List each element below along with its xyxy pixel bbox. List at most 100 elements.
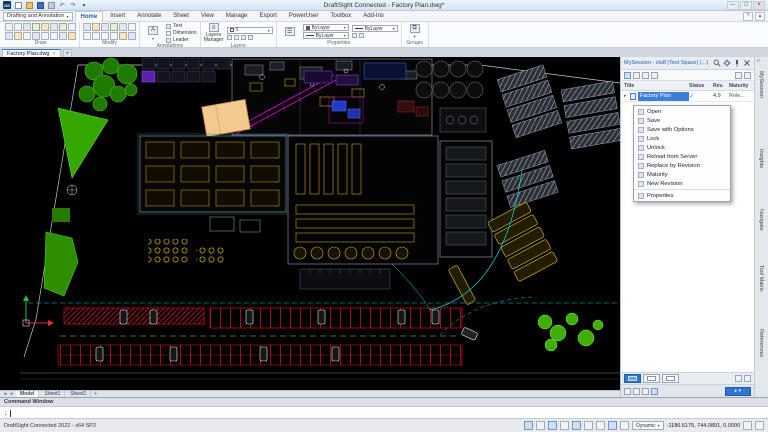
ribbon-tab-home[interactable]: Home <box>75 11 104 22</box>
refresh-icon[interactable] <box>642 72 649 79</box>
quick-access-dropdown-icon[interactable]: ▾ <box>80 1 88 9</box>
menu-item-reload-from-server[interactable]: Reload from Server <box>634 152 730 161</box>
home-icon[interactable] <box>624 72 631 79</box>
redo-icon[interactable]: ↷ <box>69 1 77 9</box>
column-rev[interactable]: Rev. <box>713 83 729 89</box>
help-icon[interactable]: ? <box>743 12 753 21</box>
polar-toggle-icon[interactable] <box>560 421 569 430</box>
menu-item-new-revision[interactable]: New Revision <box>634 179 730 188</box>
close-panel-icon[interactable] <box>743 59 751 67</box>
match-properties-icon[interactable] <box>352 33 357 38</box>
ellipse-tool-icon[interactable] <box>32 23 40 31</box>
hatch-tool-icon[interactable] <box>41 23 49 31</box>
pin-panel-icon[interactable] <box>735 375 742 382</box>
folder-icon[interactable] <box>642 388 649 395</box>
search-icon[interactable] <box>713 59 721 67</box>
rectangle-tool-icon[interactable] <box>23 23 31 31</box>
move-tool-icon[interactable] <box>83 23 91 31</box>
palette-tab-toolmatrix[interactable]: Tool Matrix <box>758 265 764 292</box>
minimize-button[interactable]: ─ <box>727 1 739 10</box>
document-tab-factory-plan[interactable]: Factory Plan.dwg × <box>2 49 61 57</box>
tag-icon[interactable] <box>633 388 640 395</box>
ribbon-tab-sheet[interactable]: Sheet <box>168 11 194 22</box>
note-button[interactable]: A ▾ <box>143 26 163 41</box>
line-style-combo[interactable]: ByLayer ▾ <box>303 32 349 39</box>
lock-ui-icon[interactable] <box>743 421 752 430</box>
ribbon-tab-annotate[interactable]: Annotate <box>132 11 166 22</box>
block-tool-icon[interactable] <box>68 23 76 31</box>
search-plus-icon[interactable] <box>624 388 631 395</box>
fillet-tool-icon[interactable] <box>119 23 127 31</box>
detail-view-toggle[interactable] <box>662 374 679 383</box>
scale-tool-icon[interactable] <box>101 23 109 31</box>
dynamic-input-toggle-icon[interactable] <box>608 421 617 430</box>
polygon-tool-icon[interactable] <box>23 32 31 40</box>
layer-on-icon[interactable] <box>227 35 232 40</box>
maximize-button[interactable]: □ <box>740 1 752 10</box>
back-icon[interactable] <box>633 72 640 79</box>
column-title[interactable]: Title <box>624 83 689 89</box>
palette-tab-navigate[interactable]: Navigate <box>758 209 764 231</box>
ribbon-tab-export[interactable]: Export <box>255 11 282 22</box>
menu-item-properties[interactable]: Properties <box>634 189 730 200</box>
new-file-icon[interactable] <box>14 1 22 9</box>
esnap-toggle-icon[interactable] <box>572 421 581 430</box>
column-maturity[interactable]: Maturity <box>729 83 751 89</box>
collapse-ribbon-icon[interactable]: ▴ <box>755 12 765 21</box>
palette-tab-mysession[interactable]: MySession <box>758 71 764 98</box>
circle-tool-icon[interactable] <box>14 23 22 31</box>
menu-item-open[interactable]: Open <box>634 107 730 116</box>
snap-toggle-icon[interactable] <box>524 421 533 430</box>
palette-tab-insights[interactable]: Insights <box>758 149 764 168</box>
menu-item-save-with-options[interactable]: Save with Options <box>634 125 730 134</box>
menu-item-maturity[interactable]: Maturity <box>634 170 730 179</box>
stretch-tool-icon[interactable] <box>101 32 109 40</box>
trim-tool-icon[interactable] <box>110 23 118 31</box>
close-document-icon[interactable]: × <box>53 51 56 57</box>
lineweight-toggle-icon[interactable] <box>596 421 605 430</box>
layer-isolate-icon[interactable] <box>248 35 253 40</box>
list-view-icon[interactable] <box>735 72 742 79</box>
palette-tab-references[interactable]: References <box>758 329 764 357</box>
ribbon-tab-addins[interactable]: Add-Ins <box>358 11 389 22</box>
chamfer-tool-icon[interactable] <box>119 32 127 40</box>
cloud-tool-icon[interactable] <box>59 32 67 40</box>
file-row-factory-plan[interactable]: ▸ Factory Plan ✓ 4.9 Rele... <box>621 91 754 102</box>
erase-tool-icon[interactable] <box>128 32 136 40</box>
point-tool-icon[interactable] <box>41 32 49 40</box>
close-button[interactable]: × <box>753 1 765 10</box>
arc-tool-icon[interactable] <box>14 32 22 40</box>
line-color-combo[interactable]: ByLayer ▾ <box>303 24 349 31</box>
open-file-icon[interactable] <box>25 1 33 9</box>
new-document-icon[interactable]: + <box>63 49 72 57</box>
menu-item-save[interactable]: Save <box>634 116 730 125</box>
fullscreen-icon[interactable] <box>755 421 764 430</box>
print-icon[interactable] <box>47 1 55 9</box>
ribbon-tab-view[interactable]: View <box>196 11 219 22</box>
pin-icon[interactable] <box>733 59 741 67</box>
copy-tool-icon[interactable] <box>83 32 91 40</box>
more-options-icon[interactable] <box>744 375 751 382</box>
menu-item-replace-by-revision[interactable]: Replace by Revision <box>634 161 730 170</box>
list-view-toggle[interactable] <box>643 374 660 383</box>
region-tool-icon[interactable] <box>59 23 67 31</box>
collapse-strip-icon[interactable]: « <box>757 58 760 64</box>
tree-view-icon[interactable] <box>744 72 751 79</box>
gear-icon[interactable] <box>723 59 731 67</box>
menu-item-unlock[interactable]: Unlock <box>634 143 730 152</box>
coordinate-mode-selector[interactable]: Dynamic ▾ <box>632 421 663 430</box>
dimension-item[interactable]: Dimension <box>166 30 197 36</box>
layers-manager-button[interactable]: ≡ Layers Manager <box>204 23 224 43</box>
extend-tool-icon[interactable] <box>110 32 118 40</box>
save-icon[interactable] <box>36 1 44 9</box>
ribbon-tab-poweruser[interactable]: PowerUser <box>284 11 324 22</box>
menu-item-lock[interactable]: Lock <box>634 134 730 143</box>
etrack-toggle-icon[interactable] <box>584 421 593 430</box>
ray-tool-icon[interactable] <box>50 23 58 31</box>
ribbon-tab-insert[interactable]: Insert <box>105 11 130 22</box>
line-weight-combo[interactable]: ByLayer ▾ <box>352 25 398 32</box>
layer-freeze-icon[interactable] <box>234 35 239 40</box>
sync-icon[interactable] <box>651 388 658 395</box>
layer-lock-icon[interactable] <box>241 35 246 40</box>
polyline-tool-icon[interactable] <box>5 32 13 40</box>
